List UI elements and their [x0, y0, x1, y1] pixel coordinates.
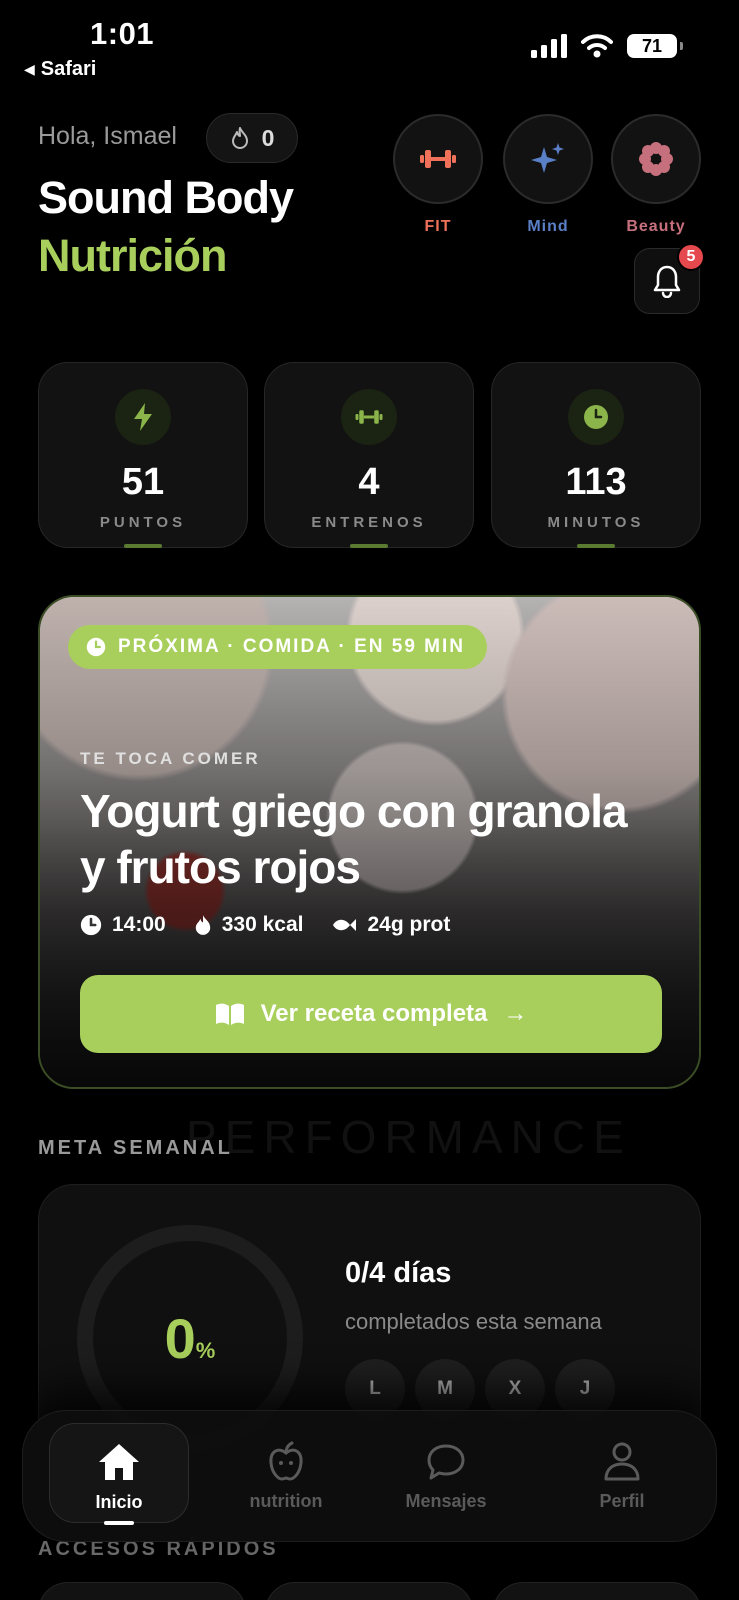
stat-value: 51	[121, 461, 165, 503]
stat-value: 113	[565, 461, 627, 503]
weekly-goal-title: META SEMANAL	[38, 1137, 233, 1159]
quick-access-card[interactable]	[38, 1582, 246, 1600]
stat-card-workouts[interactable]: 4 ENTRENOS	[264, 362, 474, 548]
clock-icon	[80, 914, 102, 936]
category-beauty[interactable]: Beauty	[611, 114, 701, 236]
flame-icon	[231, 127, 248, 149]
meal-protein-text: 24g prot	[367, 913, 451, 936]
back-arrow-icon: ◀	[24, 61, 35, 77]
stat-indicator	[124, 544, 162, 548]
fish-icon	[333, 919, 357, 931]
stat-value: 4	[358, 461, 380, 503]
nav-item-perfil[interactable]: Perfil	[552, 1423, 692, 1523]
streak-count: 0	[261, 124, 275, 151]
chat-icon	[427, 1444, 465, 1480]
bolt-icon	[134, 403, 152, 431]
view-recipe-button[interactable]: Ver receta completa →	[80, 975, 662, 1053]
weekly-subtitle: completados esta semana	[345, 1309, 602, 1334]
meal-time-text: 14:00	[112, 913, 166, 936]
view-recipe-label: Ver receta completa	[260, 1000, 488, 1027]
streak-pill[interactable]: 0	[206, 113, 298, 163]
meal-kcal: 330 kcal	[194, 913, 304, 937]
clock-icon	[584, 405, 608, 429]
stat-indicator	[350, 544, 388, 548]
clock-icon	[86, 637, 106, 657]
active-indicator	[104, 1521, 134, 1525]
home-icon	[99, 1444, 139, 1480]
bottom-nav: Inicio nutrition Mensajes Perfil	[22, 1410, 717, 1542]
flower-icon	[639, 142, 673, 176]
arrow-right-icon: →	[503, 1000, 528, 1027]
section-subtitle: Nutrición	[38, 230, 227, 281]
stat-caption: MINUTOS	[547, 514, 645, 531]
category-label: FIT	[424, 218, 452, 235]
greeting-text: Hola, Ismael	[38, 122, 177, 150]
stat-card-points[interactable]: 51 PUNTOS	[38, 362, 248, 548]
stat-caption: PUNTOS	[99, 514, 187, 531]
back-to-safari[interactable]: ◀ Safari	[24, 58, 96, 81]
category-fit[interactable]: FIT	[393, 114, 483, 236]
sparkles-icon	[531, 143, 564, 173]
category-label: Mind	[527, 218, 569, 235]
dumbbell-icon	[355, 410, 383, 424]
nav-item-mensajes[interactable]: Mensajes	[376, 1423, 516, 1523]
app-title: Sound Body	[38, 172, 294, 223]
nav-label: nutrition	[249, 1491, 323, 1511]
meal-title: Yogurt griego con granola y frutos rojos	[80, 785, 628, 893]
quick-access-card[interactable]	[265, 1582, 473, 1600]
status-time: 1:01	[90, 16, 155, 51]
notification-badge: 5	[677, 243, 705, 271]
nav-label: Inicio	[95, 1492, 143, 1512]
next-meal-pill-text: PRÓXIMA · COMIDA · EN 59 MIN	[118, 636, 465, 657]
quick-access-card[interactable]	[493, 1582, 701, 1600]
dumbbell-icon	[420, 150, 456, 168]
user-icon	[604, 1442, 640, 1481]
signal-icon	[531, 34, 567, 58]
meal-kicker: TE TOCA COMER	[80, 749, 261, 768]
status-indicators: 71	[531, 34, 683, 58]
weekly-count: 0/4 días	[345, 1257, 452, 1289]
weekly-percent: 0%	[164, 1306, 216, 1370]
back-label: Safari	[40, 58, 97, 80]
watermark-text: PERFORMANCE	[186, 1111, 632, 1163]
category-label: Beauty	[626, 218, 686, 235]
battery-indicator: 71	[627, 34, 683, 58]
notifications-button[interactable]: 5	[634, 243, 705, 314]
book-icon	[215, 1003, 244, 1025]
category-mind[interactable]: Mind	[503, 114, 593, 236]
stat-card-minutes[interactable]: 113 MINUTOS	[491, 362, 701, 548]
nav-label: Perfil	[599, 1491, 645, 1511]
nav-label: Mensajes	[405, 1491, 487, 1511]
stat-indicator	[577, 544, 615, 548]
nav-item-nutrition[interactable]: nutrition	[216, 1423, 356, 1523]
flame-icon	[195, 915, 210, 935]
stat-caption: ENTRENOS	[311, 514, 427, 531]
apple-icon	[269, 1441, 303, 1481]
meal-kcal-text: 330 kcal	[221, 913, 304, 936]
next-meal-card[interactable]: PRÓXIMA · COMIDA · EN 59 MIN TE TOCA COM…	[38, 595, 701, 1089]
meal-time: 14:00	[80, 913, 166, 937]
meal-meta: 14:00 330 kcal 24g prot	[80, 913, 450, 937]
wifi-icon	[581, 34, 613, 58]
nav-item-inicio[interactable]: Inicio	[49, 1423, 189, 1525]
next-meal-pill: PRÓXIMA · COMIDA · EN 59 MIN	[68, 625, 487, 669]
meal-protein: 24g prot	[331, 913, 450, 937]
bell-icon	[653, 265, 681, 298]
